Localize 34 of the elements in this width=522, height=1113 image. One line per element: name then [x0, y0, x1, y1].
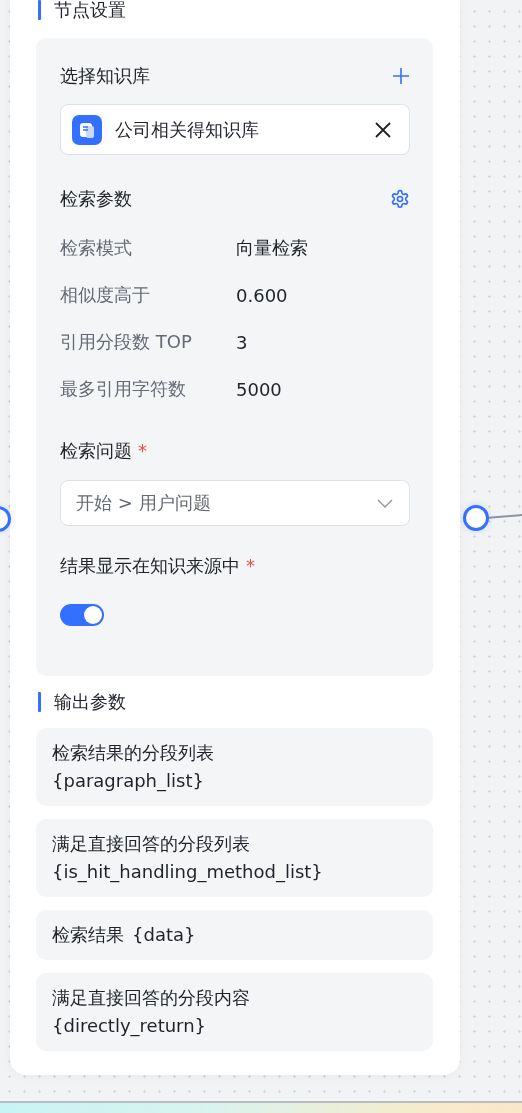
add-icon[interactable] [392, 67, 410, 85]
title-bar-accent [38, 692, 41, 712]
output-variable: {data} [132, 923, 196, 947]
settings-icon[interactable] [390, 189, 410, 209]
section-title: 输出参数 [54, 690, 126, 714]
param-value: 0.600 [236, 284, 288, 306]
param-value: 向量检索 [236, 236, 308, 260]
output-variable: {is_hit_handling_method_list} [52, 860, 323, 885]
field-label: 结果显示在知识来源中 * [60, 554, 255, 578]
param-label: 最多引用字符数 [60, 377, 186, 401]
section-title: 节点设置 [54, 0, 126, 22]
knowledge-base-name: 公司相关得知识库 [115, 117, 260, 142]
document-icon [72, 114, 102, 145]
question-select[interactable]: 开始 > 用户问题 [60, 480, 410, 526]
param-label: 检索模式 [60, 236, 132, 260]
connection-port[interactable] [463, 505, 489, 531]
param-value: 5000 [236, 378, 282, 400]
output-variable: {directly_return} [52, 1014, 207, 1039]
output-param-label: 满足直接回答的分段内容 [52, 986, 250, 1010]
field-label: 检索参数 [60, 187, 132, 211]
knowledge-base-item[interactable]: 公司相关得知识库 [60, 104, 410, 155]
output-param-label: 检索结果 [52, 923, 124, 947]
output-param-label: 满足直接回答的分段列表 [52, 832, 250, 856]
chevron-down-icon [377, 498, 393, 508]
toggle-switch[interactable] [60, 604, 104, 626]
param-value: 3 [236, 331, 248, 353]
output-variable: {paragraph_list} [52, 769, 204, 794]
field-label: 检索问题 * [60, 439, 147, 463]
output-param-label: 检索结果的分段列表 [52, 741, 214, 765]
close-icon[interactable] [375, 121, 391, 138]
field-label: 选择知识库 [60, 64, 150, 88]
param-label: 相似度高于 [60, 283, 150, 307]
param-label: 引用分段数 TOP [60, 330, 192, 354]
title-bar-accent [38, 0, 41, 20]
